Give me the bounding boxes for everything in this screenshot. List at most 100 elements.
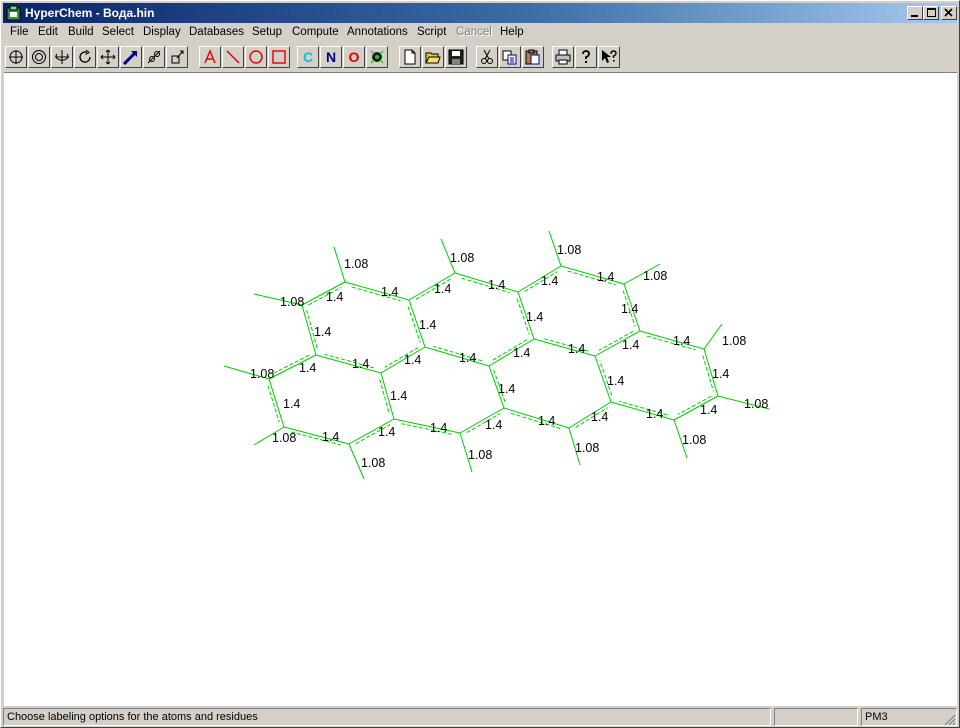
cc-bond[interactable]	[393, 418, 461, 434]
rotate-in-plane-icon	[79, 49, 91, 63]
context-help-button[interactable]	[598, 46, 620, 68]
close-button[interactable]	[941, 6, 957, 20]
cc-bond[interactable]	[560, 265, 625, 285]
cc-bond-length-label: 1.4	[538, 414, 555, 428]
title-bar[interactable]: HyperChem - Вода.hin	[3, 3, 957, 23]
oxygen-element-button[interactable]: O	[343, 46, 365, 68]
line-annotation-icon	[226, 50, 240, 64]
select-tool-button[interactable]	[28, 46, 50, 68]
z-translate-tool-button[interactable]	[143, 46, 165, 68]
text-annotation-icon	[204, 49, 216, 64]
menu-annotations[interactable]: Annotations	[347, 26, 408, 38]
menu-databases[interactable]: Databases	[189, 26, 244, 38]
cc-bond-length-label: 1.4	[700, 403, 717, 417]
magnify-tool-button[interactable]	[120, 46, 142, 68]
cc-bond-length-label: 1.4	[597, 270, 614, 284]
cc-bond[interactable]	[639, 330, 705, 350]
copy-icon	[502, 50, 517, 65]
cc-bond-length-label: 1.4	[646, 407, 663, 421]
copy-button[interactable]	[499, 46, 521, 68]
status-pane-empty	[774, 708, 858, 726]
ch-bond-length-label: 1.08	[575, 441, 599, 455]
periodic-table-button[interactable]	[366, 46, 388, 68]
carbon-label: C	[303, 49, 313, 65]
status-message: Choose labeling options for the atoms an…	[3, 708, 771, 726]
cc-bond-length-label: 1.4	[419, 318, 436, 332]
nitrogen-label-icon: N	[326, 49, 336, 65]
open-file-button[interactable]	[422, 46, 444, 68]
aromatic-bond[interactable]	[267, 385, 280, 423]
menu-bar: File Edit Build Select Display Databases…	[3, 24, 957, 43]
window-title: HyperChem - Вода.hin	[25, 6, 155, 20]
rotate-out-of-plane-button[interactable]	[51, 46, 73, 68]
menu-setup[interactable]: Setup	[252, 26, 282, 38]
cc-bond[interactable]	[424, 346, 490, 367]
menu-build[interactable]: Build	[68, 26, 94, 38]
nitrogen-label: N	[326, 49, 336, 65]
rotate-in-plane-button[interactable]	[74, 46, 96, 68]
bond-labels-layer: 1.4 1.4 1.4 1.4 1.4 1.4 1.4 1.4 1.4 1.4 1.4 1.4 1.4 1…	[250, 243, 768, 470]
cc-bond-length-label: 1.4	[513, 346, 530, 360]
new-file-button[interactable]	[399, 46, 421, 68]
menu-file[interactable]: File	[10, 26, 29, 38]
menu-display[interactable]: Display	[143, 26, 181, 38]
resize-grip-icon[interactable]	[944, 714, 956, 726]
cc-bond-length-label: 1.4	[526, 310, 543, 324]
cc-bond[interactable]	[268, 378, 285, 428]
cc-bond[interactable]	[503, 407, 570, 429]
cc-bond-length-label: 1.4	[488, 278, 505, 292]
ch-bond-length-label: 1.08	[250, 367, 274, 381]
minimize-icon	[911, 15, 918, 17]
text-annotation-button[interactable]	[199, 46, 221, 68]
molecule-view[interactable]: 1.4 1.4 1.4 1.4 1.4 1.4 1.4 1.4 1.4 1.4 1.4 1.4 1.4 1…	[4, 73, 957, 706]
cc-bond-length-label: 1.4	[299, 361, 316, 375]
save-file-button[interactable]	[445, 46, 467, 68]
menu-help[interactable]: Help	[500, 26, 524, 38]
carbon-element-button[interactable]: C	[297, 46, 319, 68]
cc-bond[interactable]	[315, 354, 382, 374]
cc-bond[interactable]	[533, 338, 596, 357]
carbon-label-icon: C	[303, 49, 313, 65]
cc-bond-length-label: 1.4	[459, 351, 476, 365]
cc-bond-length-label: 1.4	[322, 430, 339, 444]
cc-bond-length-label: 1.4	[390, 389, 407, 403]
molecule-workspace[interactable]: 1.4 1.4 1.4 1.4 1.4 1.4 1.4 1.4 1.4 1.4 1.4 1.4 1.4 1…	[4, 72, 957, 706]
menu-select[interactable]: Select	[102, 26, 134, 38]
ch-bond[interactable]	[703, 323, 723, 350]
status-method: PM3	[861, 708, 957, 726]
minimize-button[interactable]	[907, 6, 923, 20]
close-icon	[944, 8, 953, 17]
select-icon	[32, 50, 46, 64]
cc-bond-length-label: 1.4	[314, 325, 331, 339]
draw-tool-button[interactable]	[5, 46, 27, 68]
nitrogen-element-button[interactable]: N	[320, 46, 342, 68]
draw-icon	[9, 50, 23, 64]
cut-button[interactable]	[476, 46, 498, 68]
translate-tool-button[interactable]	[97, 46, 119, 68]
print-button[interactable]	[552, 46, 574, 68]
help-button[interactable]	[575, 46, 597, 68]
ellipse-annotation-icon	[249, 50, 263, 64]
ellipse-annotation-button[interactable]	[245, 46, 267, 68]
cc-bond[interactable]	[344, 281, 410, 301]
rectangle-annotation-button[interactable]	[268, 46, 290, 68]
z-clip-tool-button[interactable]	[166, 46, 188, 68]
status-bar: Choose labeling options for the atoms an…	[3, 707, 957, 727]
paste-icon	[525, 49, 540, 65]
maximize-icon	[927, 8, 936, 17]
line-annotation-button[interactable]	[222, 46, 244, 68]
rotate-out-of-plane-icon	[55, 50, 69, 64]
app-window: HyperChem - Вода.hin File Edit Build Sel…	[0, 0, 960, 728]
cc-bond[interactable]	[454, 272, 519, 293]
hyperchem-app-icon[interactable]	[6, 5, 22, 21]
cc-bond-length-label: 1.4	[673, 334, 690, 348]
maximize-button[interactable]	[923, 6, 939, 20]
menu-edit[interactable]: Edit	[38, 26, 58, 38]
cc-bond[interactable]	[610, 401, 675, 421]
menu-script[interactable]: Script	[417, 26, 446, 38]
cc-bond-length-label: 1.4	[498, 382, 515, 396]
paste-button[interactable]	[522, 46, 544, 68]
menu-compute[interactable]: Compute	[292, 26, 339, 38]
cc-bond-length-label: 1.4	[541, 274, 558, 288]
cc-bond-length-label: 1.4	[352, 357, 369, 371]
